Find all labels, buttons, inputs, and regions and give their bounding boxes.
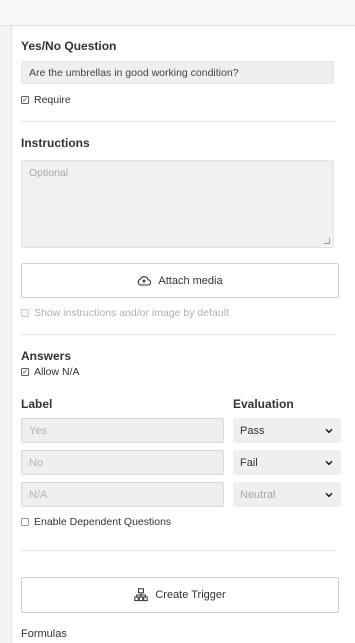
require-checkbox-row[interactable]: ✓ Require [21, 94, 71, 106]
show-default-checkbox-row[interactable]: Show instructions and/or image by defaul… [21, 307, 229, 319]
instructions-placeholder: Optional [29, 167, 69, 179]
evaluation-select-no[interactable]: Fail [233, 450, 341, 475]
evaluation-value: Pass [240, 424, 265, 437]
answers-title: Answers [21, 349, 72, 363]
instructions-textarea[interactable]: Optional [21, 160, 334, 248]
require-label: Require [34, 94, 71, 106]
allow-na-checkbox[interactable]: ✓ [21, 368, 29, 376]
chevron-down-icon [325, 460, 333, 465]
chevron-down-icon [325, 492, 333, 497]
allow-na-label: Allow N/A [34, 366, 80, 378]
create-trigger-button[interactable]: Create Trigger [21, 577, 339, 613]
chevron-down-icon [325, 428, 333, 433]
attach-media-button[interactable]: Attach media [21, 263, 339, 298]
allow-na-checkbox-row[interactable]: ✓ Allow N/A [21, 366, 80, 378]
question-type-title: Yes/No Question [21, 39, 117, 53]
formulas-title: Formulas [21, 628, 67, 640]
answer-label-input-na[interactable]: N/A [21, 482, 224, 507]
evaluation-value: Fail [240, 456, 258, 469]
evaluation-column-header: Evaluation [233, 397, 294, 411]
dependent-questions-checkbox[interactable] [21, 518, 29, 526]
evaluation-select-yes[interactable]: Pass [233, 418, 341, 443]
label-column-header: Label [21, 397, 53, 411]
evaluation-select-na[interactable]: Neutral [233, 482, 341, 507]
question-text-field[interactable]: Are the umbrellas in good working condit… [21, 61, 334, 84]
answer-label-input-yes[interactable]: Yes [21, 418, 224, 443]
divider [21, 121, 336, 122]
require-checkbox[interactable]: ✓ [21, 96, 29, 104]
left-rail [0, 26, 12, 643]
show-default-checkbox[interactable] [21, 309, 29, 317]
cloud-upload-icon [138, 276, 152, 286]
dependent-questions-label: Enable Dependent Questions [34, 516, 172, 528]
resize-handle-icon[interactable] [324, 238, 330, 244]
evaluation-value: Neutral [240, 488, 276, 501]
create-trigger-label: Create Trigger [155, 589, 226, 601]
sitemap-icon [134, 588, 149, 602]
attach-media-label: Attach media [158, 274, 223, 287]
divider [21, 334, 336, 335]
instructions-title: Instructions [21, 136, 90, 150]
top-bar [0, 0, 355, 26]
divider [21, 550, 336, 551]
answer-label-input-no[interactable]: No [21, 450, 224, 475]
show-default-label: Show instructions and/or image by defaul… [34, 307, 229, 319]
dependent-questions-checkbox-row[interactable]: Enable Dependent Questions [21, 516, 171, 528]
